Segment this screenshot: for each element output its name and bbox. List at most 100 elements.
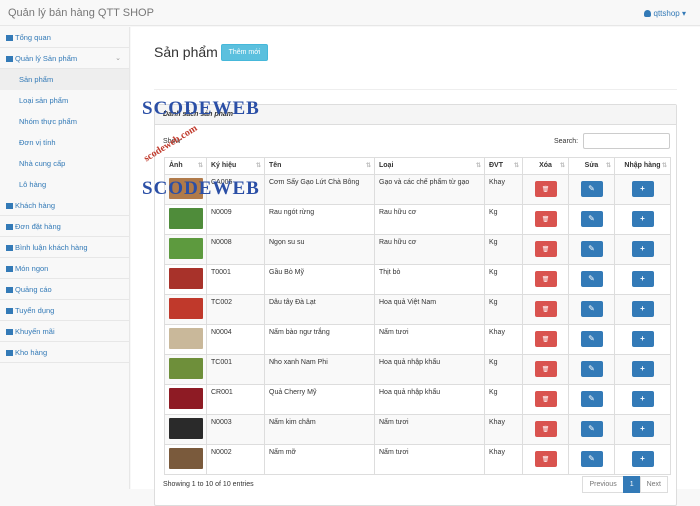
table-info: Showing 1 to 10 of 10 entries [163, 481, 254, 488]
previous-page-button[interactable]: Previous [582, 476, 624, 493]
product-thumbnail [169, 298, 203, 319]
plus-icon: + [640, 214, 645, 223]
edit-button[interactable]: ✎ [580, 241, 603, 257]
edit-button[interactable]: ✎ [580, 181, 603, 197]
trash-icon: 🗑 [541, 457, 550, 463]
add-product-button[interactable]: Thêm mới [221, 44, 268, 61]
product-image-cell [164, 234, 207, 265]
page-1-button[interactable]: 1 [622, 476, 641, 493]
edit-button[interactable]: ✎ [580, 301, 603, 317]
pencil-icon: ✎ [588, 244, 595, 253]
cell-name: Nấm mỡ [264, 444, 375, 475]
action-cell: + [614, 324, 671, 355]
table-row: N0004 Nấm bào ngư trắng Nấm tươi Khay 🗑 ✎ + [164, 324, 671, 355]
edit-button[interactable]: ✎ [580, 211, 603, 227]
sidebar-item[interactable]: Kho hàng [0, 342, 129, 363]
delete-button[interactable]: 🗑 [534, 211, 557, 227]
sidebar-item[interactable]: Đơn đặt hàng [0, 216, 129, 237]
import-button[interactable]: + [631, 361, 654, 377]
column-header[interactable]: Ảnh ⇅ [164, 157, 207, 175]
edit-button[interactable]: ✎ [580, 331, 603, 347]
column-header[interactable]: Tên ⇅ [264, 157, 375, 175]
plus-icon: + [640, 454, 645, 463]
product-thumbnail [169, 388, 203, 409]
sidebar-item[interactable]: Tổng quan [0, 27, 129, 48]
import-button[interactable]: + [631, 391, 654, 407]
delete-button[interactable]: 🗑 [534, 181, 557, 197]
sidebar-item[interactable]: Quản lý Sản phẩm ⌄ [0, 48, 129, 69]
sidebar-item[interactable]: Món ngon [0, 258, 129, 279]
cell-unit: Khay [484, 174, 523, 205]
sidebar-item[interactable]: Bình luận khách hàng [0, 237, 129, 258]
edit-button[interactable]: ✎ [580, 391, 603, 407]
import-button[interactable]: + [631, 241, 654, 257]
column-header[interactable]: Sửa ⇅ [568, 157, 615, 175]
menu-icon [6, 329, 13, 335]
delete-button[interactable]: 🗑 [534, 271, 557, 287]
cell-type: Hoa quả nhập khẩu [374, 354, 485, 385]
column-header[interactable]: Xóa ⇅ [522, 157, 569, 175]
table-row: TC001 Nho xanh Nam Phi Hoa quả nhập khẩu Kg… [164, 354, 671, 385]
sidebar-item[interactable]: Lô hàng [0, 174, 129, 195]
sidebar-item[interactable]: Quảng cáo [0, 279, 129, 300]
sort-icon: ⇅ [605, 163, 611, 169]
column-header[interactable]: Ký hiệu ⇅ [206, 157, 265, 175]
product-thumbnail [169, 238, 203, 259]
cell-type: Thịt bò [374, 264, 485, 295]
import-button[interactable]: + [631, 421, 654, 437]
edit-button[interactable]: ✎ [580, 271, 603, 287]
plus-icon: + [640, 244, 645, 253]
menu-icon [6, 224, 13, 230]
sidebar-item[interactable]: Đơn vị tính [0, 132, 129, 153]
menu-icon [6, 56, 13, 62]
column-header[interactable]: ĐVT ⇅ [484, 157, 523, 175]
action-cell: + [614, 204, 671, 235]
delete-button[interactable]: 🗑 [534, 331, 557, 347]
product-thumbnail [169, 328, 203, 349]
column-header-label: Sửa [584, 162, 599, 169]
sidebar-item[interactable]: Tuyển dụng [0, 300, 129, 321]
import-button[interactable]: + [631, 451, 654, 467]
sidebar-item[interactable]: Loại sản phẩm [0, 90, 129, 111]
pencil-icon: ✎ [588, 274, 595, 283]
cell-name: Nấm kim châm [264, 414, 375, 445]
action-cell: + [614, 264, 671, 295]
import-button[interactable]: + [631, 331, 654, 347]
delete-button[interactable]: 🗑 [534, 391, 557, 407]
delete-button[interactable]: 🗑 [534, 451, 557, 467]
action-cell: ✎ [568, 354, 615, 385]
column-header-label: Tên [269, 162, 282, 169]
divider [154, 89, 677, 90]
search-input[interactable] [583, 133, 670, 149]
import-button[interactable]: + [631, 271, 654, 287]
import-button[interactable]: + [631, 211, 654, 227]
app-title[interactable]: Quản lý bán hàng QTT SHOP [8, 7, 154, 19]
delete-button[interactable]: 🗑 [534, 421, 557, 437]
delete-button[interactable]: 🗑 [534, 361, 557, 377]
product-table: Ảnh ⇅ Ký hiệu ⇅ Tên ⇅ Loại ⇅ ĐVT ⇅ Xóa ⇅ Sửa ⇅ Nhập hà… [164, 157, 671, 475]
delete-button[interactable]: 🗑 [534, 241, 557, 257]
action-cell: ✎ [568, 324, 615, 355]
edit-button[interactable]: ✎ [580, 451, 603, 467]
sidebar-item[interactable]: Khuyến mãi [0, 321, 129, 342]
sidebar-item[interactable]: Nhà cung cấp [0, 153, 129, 174]
import-button[interactable]: + [631, 301, 654, 317]
menu-icon [6, 35, 13, 41]
edit-button[interactable]: ✎ [580, 421, 603, 437]
import-button[interactable]: + [631, 181, 654, 197]
edit-button[interactable]: ✎ [580, 361, 603, 377]
menu-icon [6, 266, 13, 272]
column-header[interactable]: Loại ⇅ [374, 157, 485, 175]
delete-button[interactable]: 🗑 [534, 301, 557, 317]
sort-icon: ⇅ [255, 163, 261, 169]
action-cell: + [614, 444, 671, 475]
column-header[interactable]: Nhập hàng ⇅ [614, 157, 671, 175]
product-image-cell [164, 294, 207, 325]
next-page-button[interactable]: Next [639, 476, 668, 493]
sidebar-item[interactable]: Khách hàng [0, 195, 129, 216]
menu-icon [6, 287, 13, 293]
product-thumbnail [169, 208, 203, 229]
sidebar-item[interactable]: Sản phẩm [0, 69, 129, 90]
user-menu[interactable]: qttshop ▾ [643, 9, 686, 18]
sidebar-item[interactable]: Nhóm thực phẩm [0, 111, 129, 132]
